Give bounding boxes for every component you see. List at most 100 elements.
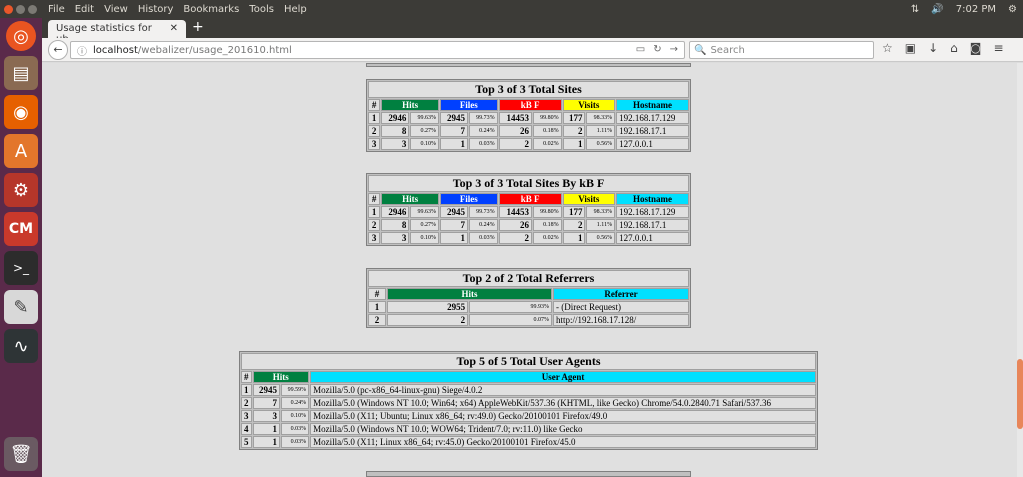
kb-percent: 0.18% (533, 125, 562, 137)
col-hostname: Hostname (616, 99, 689, 111)
menu-edit[interactable]: Edit (75, 4, 94, 15)
clock[interactable]: 7:02 PM (956, 4, 996, 15)
visits-value: 1 (562, 138, 586, 150)
app-menu: File Edit View History Bookmarks Tools H… (48, 4, 307, 15)
software-center-icon[interactable]: A (4, 134, 38, 168)
user-agent: Mozilla/5.0 (Windows NT 10.0; WOW64; Tri… (310, 423, 816, 435)
col-hostname: Hostname (616, 193, 689, 205)
network-icon[interactable]: ⇅ (911, 4, 919, 15)
next-table-edge (366, 471, 691, 477)
hits-value: 8 (381, 219, 410, 231)
row-index: 3 (368, 232, 381, 244)
system-menubar: File Edit View History Bookmarks Tools H… (0, 0, 1023, 18)
user-agent: Mozilla/5.0 (X11; Ubuntu; Linux x86_64; … (310, 410, 816, 422)
kb-value: 26 (498, 125, 532, 137)
search-placeholder: Search (710, 44, 745, 56)
referrer[interactable]: http://192.168.17.128/ (552, 314, 689, 326)
menu-bookmarks[interactable]: Bookmarks (183, 4, 239, 15)
visits-value: 2 (562, 219, 586, 231)
downloads-icon[interactable]: ↓ (928, 41, 938, 55)
files-percent: 0.03% (469, 232, 498, 244)
go-icon[interactable]: → (670, 44, 678, 55)
hits-percent: 0.07% (469, 314, 552, 326)
table-row: 2 8 0.27% 7 0.24% 26 0.18% 2 1.11% 192.1… (368, 125, 689, 137)
files-value: 7 (439, 219, 469, 231)
hits-value: 2 (387, 314, 469, 326)
settings-gear-icon[interactable]: ⚙ (1008, 4, 1017, 15)
table-row: 1 2946 99.63% 2945 99.73% 14453 99.80% 1… (368, 112, 689, 124)
close-tab-icon[interactable]: ✕ (170, 23, 178, 35)
col-referrer: Referrer (552, 288, 689, 300)
system-settings-icon[interactable]: ⚙ (4, 173, 38, 207)
visits-value: 2 (562, 125, 586, 137)
col-hits: Hits (381, 193, 439, 205)
reload-icon[interactable]: ↻ (653, 44, 661, 55)
row-index: 3 (241, 410, 252, 422)
firefox-icon[interactable]: ◉ (4, 95, 38, 129)
search-input[interactable]: 🔍 Search (689, 41, 874, 59)
ubuntu-dash-icon[interactable]: ◎ (6, 21, 36, 51)
hits-percent: 0.27% (410, 125, 439, 137)
files-icon[interactable]: ▤ (4, 56, 38, 90)
new-tab-button[interactable]: + (192, 19, 204, 35)
row-index: 2 (368, 314, 386, 326)
terminal-icon[interactable]: >_ (4, 251, 38, 285)
tab-title: Usage statistics for ub... (56, 23, 152, 45)
table-row: 2 8 0.27% 7 0.24% 26 0.18% 2 1.11% 192.1… (368, 219, 689, 231)
system-tray: ⇅ 🔊 7:02 PM ⚙ (911, 0, 1017, 18)
clipboard-icon[interactable]: ▣ (905, 41, 916, 55)
visits-percent: 1.11% (586, 125, 616, 137)
table-row: 3 3 0.10% 1 0.03% 2 0.02% 1 0.56% 127.0.… (368, 232, 689, 244)
reader-view-icon[interactable]: ▭ (636, 44, 645, 55)
files-value: 1 (439, 232, 469, 244)
system-monitor-icon[interactable]: ∿ (4, 329, 38, 363)
user-agent: Mozilla/5.0 (pc-x86_64-linux-gnu) Siege/… (310, 384, 816, 396)
visits-percent: 98.33% (586, 112, 616, 124)
hits-percent: 99.59% (281, 384, 310, 396)
back-button[interactable]: ← (48, 39, 68, 60)
maximize-window-button[interactable] (28, 4, 37, 14)
menu-history[interactable]: History (138, 4, 174, 15)
toolbar-icons: ☆ ▣ ↓ ⌂ ◙ ≡ (882, 41, 1004, 55)
files-percent: 0.24% (469, 219, 498, 231)
visits-percent: 1.11% (586, 219, 616, 231)
visits-percent: 98.33% (586, 206, 616, 218)
volume-icon[interactable]: 🔊 (931, 4, 943, 15)
site-info-icon[interactable]: ⓘ (77, 43, 87, 58)
hits-value: 2946 (381, 112, 410, 124)
files-value: 2945 (439, 112, 469, 124)
col-files: Files (439, 193, 498, 205)
col-hits: Hits (252, 371, 310, 383)
top-referrers-title: Top 2 of 2 Total Referrers (368, 270, 689, 287)
cm-app-icon[interactable]: CM (4, 212, 38, 246)
url-bar[interactable]: ⓘ localhost /webalizer/usage_201610.html… (70, 41, 685, 59)
menu-help[interactable]: Help (284, 4, 307, 15)
hits-percent: 0.27% (410, 219, 439, 231)
trash-icon[interactable]: 🗑 (4, 437, 38, 471)
launcher: ◎ ▤ ◉ A ⚙ CM >_ ✎ ∿ 🗑 (0, 18, 42, 477)
col-user-agent: User Agent (310, 371, 816, 383)
page-content: Top 3 of 3 Total Sites # Hits Files kB F… (42, 63, 1017, 477)
minimize-window-button[interactable] (16, 4, 25, 14)
row-index: 1 (368, 301, 386, 313)
tab-usage-statistics[interactable]: Usage statistics for ub... ✕ (48, 20, 186, 45)
menu-hamburger-icon[interactable]: ≡ (993, 41, 1003, 55)
bookmark-star-icon[interactable]: ☆ (882, 41, 893, 55)
menu-file[interactable]: File (48, 4, 65, 15)
kb-value: 26 (498, 219, 532, 231)
navigation-bar: ← ⓘ localhost /webalizer/usage_201610.ht… (42, 38, 1023, 62)
home-icon[interactable]: ⌂ (950, 41, 958, 55)
referrer: - (Direct Request) (552, 301, 689, 313)
text-editor-icon[interactable]: ✎ (4, 290, 38, 324)
pocket-icon[interactable]: ◙ (970, 41, 982, 55)
close-window-button[interactable] (4, 4, 13, 14)
menu-view[interactable]: View (104, 4, 128, 15)
kb-value: 14453 (498, 206, 532, 218)
visits-value: 177 (562, 206, 586, 218)
hits-percent: 0.10% (410, 232, 439, 244)
menu-tools[interactable]: Tools (249, 4, 274, 15)
scrollbar-thumb[interactable] (1017, 359, 1023, 429)
hits-value: 1 (252, 436, 281, 448)
top-sites-by-kb-table: Top 3 of 3 Total Sites By kB F # Hits Fi… (366, 173, 691, 246)
url-actions: ▭ ↻ → (636, 44, 678, 55)
